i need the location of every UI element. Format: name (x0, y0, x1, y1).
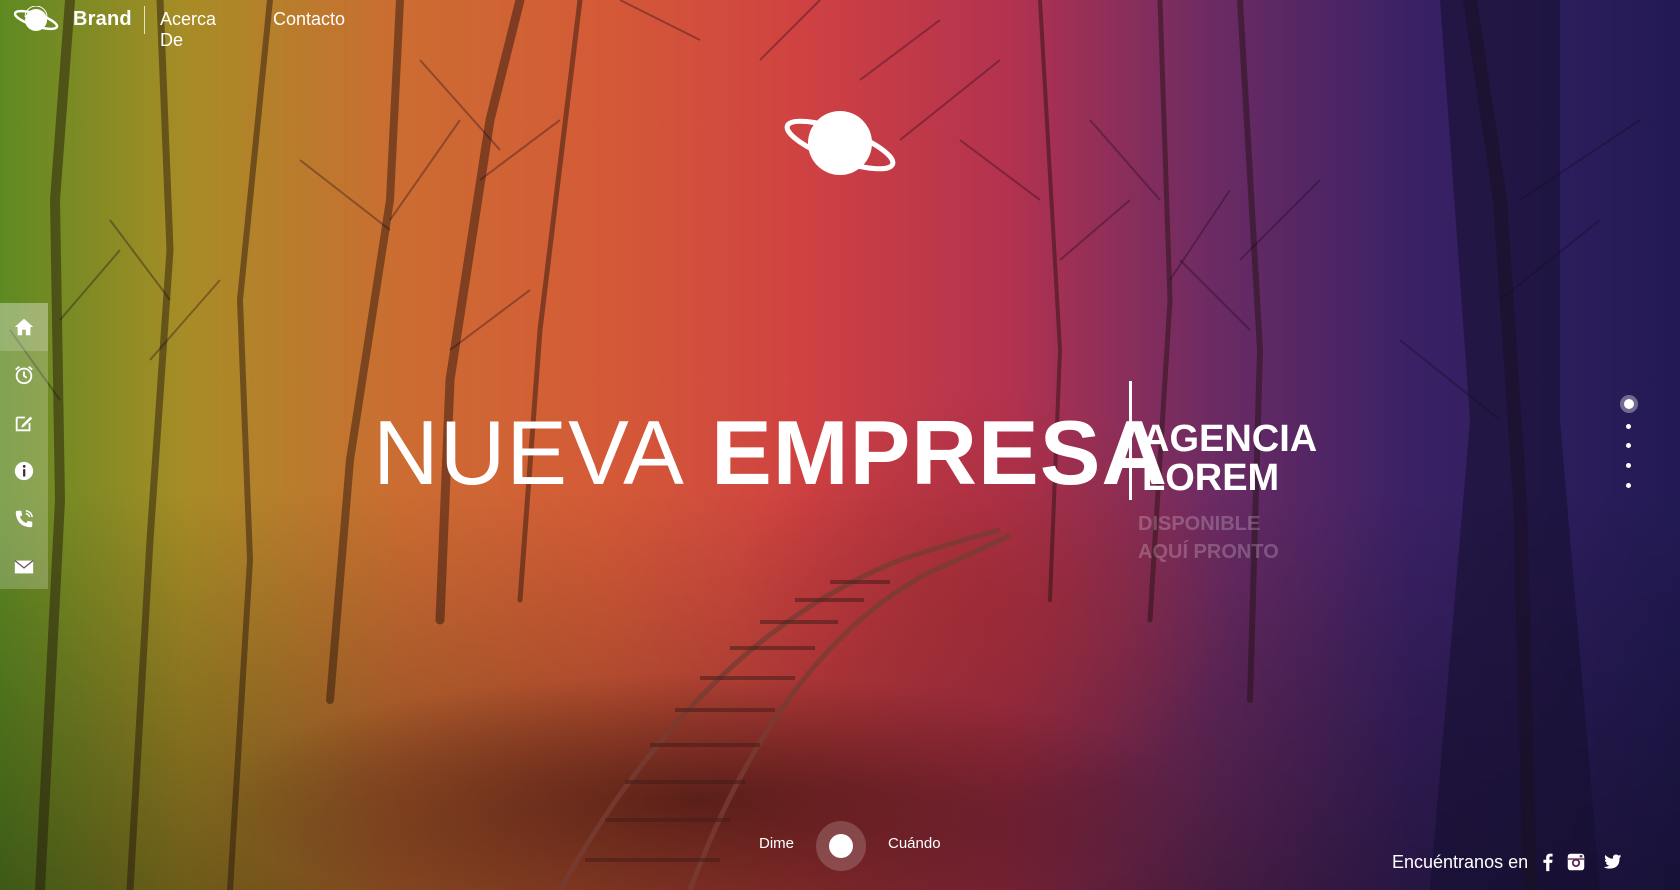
agency-line-2: LOREM (1142, 457, 1280, 499)
instagram-icon[interactable] (1565, 851, 1587, 873)
toggle-label-right: Cuándo (888, 835, 941, 852)
mail-icon (14, 560, 34, 574)
hero-title-light: NUEVA (373, 403, 685, 504)
sidebar-item-mail[interactable] (0, 543, 48, 591)
sidebar-item-home[interactable] (0, 303, 48, 351)
toggle-knob[interactable] (829, 834, 853, 858)
twitter-icon[interactable] (1601, 851, 1623, 873)
dime-cuando-toggle: Dime Cuándo (755, 818, 955, 871)
pager-dot-1[interactable] (1620, 395, 1638, 413)
facebook-icon[interactable] (1537, 851, 1559, 873)
sidebar-item-info[interactable] (0, 447, 48, 495)
nav-link-about[interactable]: Acerca De (160, 9, 216, 51)
info-icon (14, 461, 34, 481)
social-label: Encuéntranos en (1392, 852, 1529, 872)
pager-dot-3[interactable] (1626, 443, 1631, 448)
hero-divider (1129, 381, 1132, 500)
tagline-line-2: AQUÍ PRONTO (1138, 541, 1279, 563)
edit-icon (15, 416, 33, 432)
sidebar-item-phone[interactable] (0, 495, 48, 543)
hero-title: NUEVA EMPRESA (373, 408, 1168, 499)
nav-link-contact[interactable]: Contacto (273, 9, 345, 30)
agency-line-1: AGENCIA (1142, 418, 1318, 460)
phone-icon (15, 510, 33, 528)
tagline-line-1: DISPONIBLE (1138, 513, 1261, 535)
pager-dot-4[interactable] (1626, 463, 1631, 468)
hero-title-bold: EMPRESA (711, 403, 1169, 504)
pager-dot-2[interactable] (1626, 424, 1631, 429)
pager-dot-5[interactable] (1626, 483, 1631, 488)
alarm-clock-icon (15, 366, 33, 385)
nav-divider (144, 6, 145, 34)
planet-logo-icon[interactable] (14, 6, 60, 34)
side-nav (0, 303, 48, 589)
home-icon (14, 318, 34, 336)
brand-name[interactable]: Brand (73, 8, 132, 31)
toggle-switch[interactable] (816, 821, 866, 871)
sidebar-item-clock[interactable] (0, 351, 48, 399)
toggle-label-left: Dime (759, 835, 795, 852)
planet-logo-icon (784, 111, 896, 175)
sidebar-item-edit[interactable] (0, 399, 48, 447)
coming-soon-tagline: DISPONIBLE AQUÍ PRONTO (1138, 510, 1279, 566)
agency-title: AGENCIA LOREM (1142, 420, 1317, 498)
